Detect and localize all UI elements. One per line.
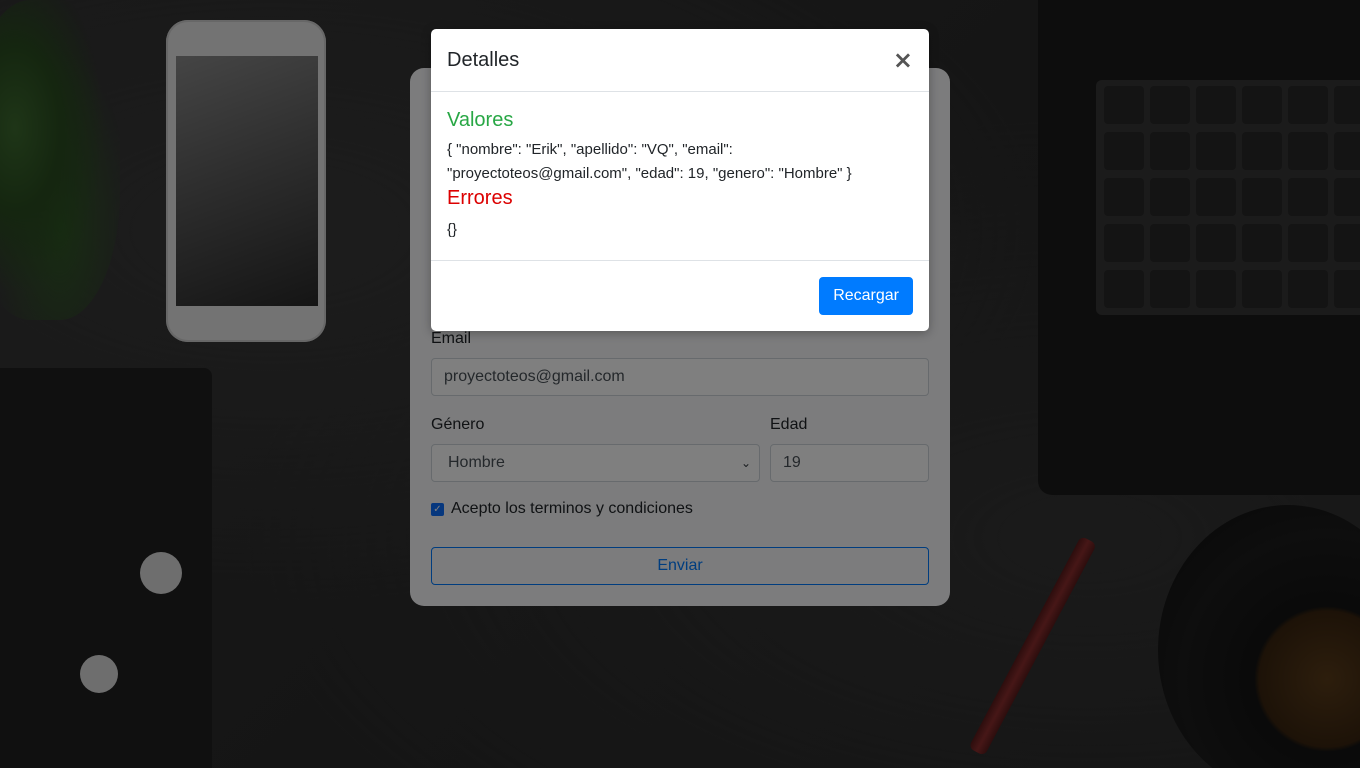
modal-footer: Recargar (431, 260, 929, 331)
modal-title: Detalles (447, 48, 520, 71)
close-icon[interactable]: × (893, 48, 913, 72)
modal-body: Valores { "nombre": "Erik", "apellido": … (431, 92, 929, 260)
errors-json: {} (447, 221, 458, 238)
modal-header: Detalles × (431, 29, 929, 92)
values-heading: Valores (447, 109, 514, 131)
details-modal: Detalles × Valores { "nombre": "Erik", "… (431, 29, 929, 331)
values-json: { "nombre": "Erik", "apellido": "VQ", "e… (447, 141, 852, 182)
reload-button[interactable]: Recargar (819, 277, 913, 315)
errors-heading: Errores (447, 187, 513, 209)
